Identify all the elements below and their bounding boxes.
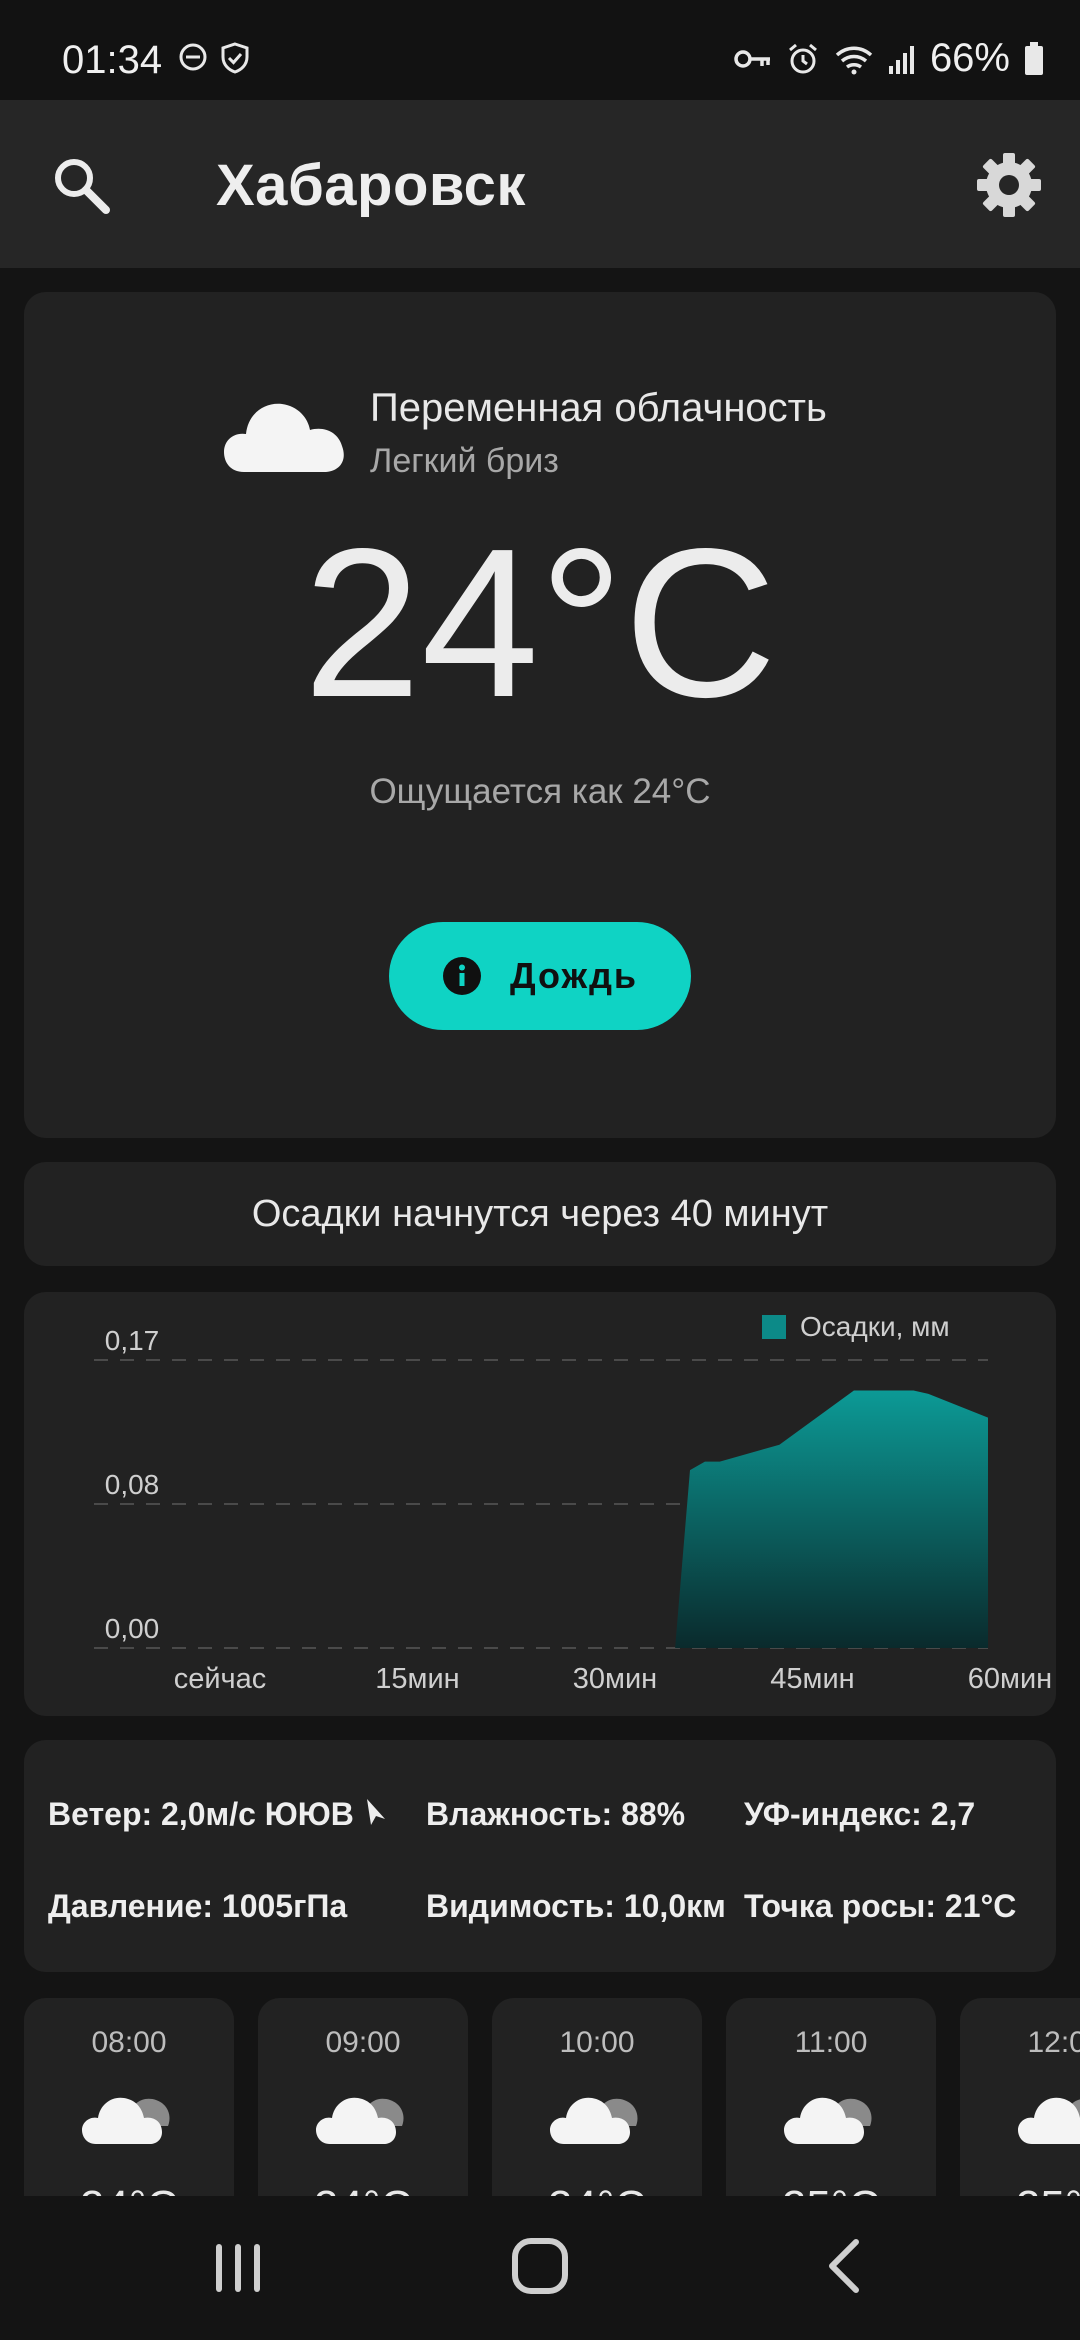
top-app-bar: Хабаровск xyxy=(0,100,1080,268)
wifi-icon xyxy=(835,46,873,74)
navigation-bar xyxy=(0,2196,1080,2340)
hour-time: 11:00 xyxy=(794,2026,868,2059)
condition-text: Переменная облачность xyxy=(370,386,827,430)
precipitation-chart-card: 0,17 0,08 0,00 сейчас 15мин 30мин 45мин 60мин Ос… xyxy=(24,1292,1056,1716)
uv-index-detail: УФ-индекс: 2,7 xyxy=(744,1796,976,1832)
humidity-detail: Влажность: 88% xyxy=(426,1796,686,1832)
feels-like: Ощущается как 24°C xyxy=(369,772,711,811)
battery-icon xyxy=(1025,41,1043,75)
y-tick-label: 0,08 xyxy=(105,1469,160,1500)
rain-alert-button[interactable]: Дождь xyxy=(389,922,691,1030)
shield-icon xyxy=(221,42,249,74)
current-weather-card: Переменная облачность Легкий бриз 24°C О… xyxy=(24,292,1056,1138)
x-tick-label: 15мин xyxy=(375,1663,459,1695)
signal-icon xyxy=(888,45,914,74)
search-icon xyxy=(55,159,110,214)
y-tick-label: 0,17 xyxy=(105,1325,160,1356)
partly-cloudy-icon xyxy=(316,2097,404,2144)
vpn-key-icon xyxy=(734,49,770,68)
gear-icon xyxy=(977,153,1041,217)
precipitation-message: Осадки начнутся через 40 минут xyxy=(251,1192,829,1235)
settings-button[interactable] xyxy=(972,148,1046,222)
alarm-icon xyxy=(788,43,817,73)
battery-percent: 66% xyxy=(929,36,1010,80)
partly-cloudy-icon xyxy=(1018,2097,1080,2144)
legend-label: Осадки, мм xyxy=(800,1311,950,1342)
status-bar: 01:34 66% xyxy=(0,0,1080,100)
weather-details-card: Ветер: 2,0м/с ЮЮВ Влажность: 88% УФ-инде… xyxy=(24,1740,1056,1972)
x-tick-label: 60мин xyxy=(968,1663,1052,1695)
x-tick-label: сейчас xyxy=(174,1663,267,1695)
visibility-detail: Видимость: 10,0км xyxy=(426,1888,726,1924)
legend-swatch xyxy=(762,1315,786,1339)
hour-time: 08:00 xyxy=(91,2026,167,2059)
dew-point-detail: Точка росы: 21°C xyxy=(744,1888,1017,1924)
pressure-detail: Давление: 1005гПа xyxy=(48,1888,348,1924)
y-tick-label: 0,00 xyxy=(105,1613,160,1644)
partly-cloudy-icon xyxy=(784,2097,872,2144)
city-title: Хабаровск xyxy=(216,153,526,218)
x-tick-label: 30мин xyxy=(573,1663,657,1695)
recent-apps-icon[interactable] xyxy=(212,2240,264,2296)
current-temperature: 24°C xyxy=(303,504,777,741)
wind-direction-arrow-icon xyxy=(366,1799,385,1825)
partly-cloudy-icon xyxy=(82,2097,170,2144)
home-icon[interactable] xyxy=(510,2236,570,2296)
x-tick-label: 45мин xyxy=(770,1663,854,1695)
info-icon xyxy=(442,957,481,995)
hour-time: 09:00 xyxy=(325,2026,401,2059)
hour-time: 12:00 xyxy=(1027,2026,1080,2059)
precipitation-area xyxy=(675,1390,988,1648)
status-time: 01:34 xyxy=(62,38,163,82)
precipitation-message-card: Осадки начнутся через 40 минут xyxy=(24,1162,1056,1266)
search-button[interactable] xyxy=(46,150,116,220)
wind-detail: Ветер: 2,0м/с ЮЮВ xyxy=(48,1796,389,1833)
back-icon[interactable] xyxy=(822,2236,866,2296)
precipitation-chart: 0,17 0,08 0,00 сейчас 15мин 30мин 45мин 60мин Ос… xyxy=(94,1311,1052,1695)
hour-time: 10:00 xyxy=(559,2026,635,2059)
cloud-icon xyxy=(224,403,344,472)
do-not-disturb-icon xyxy=(179,43,207,71)
wind-description: Легкий бриз xyxy=(370,442,559,480)
partly-cloudy-icon xyxy=(550,2097,638,2144)
rain-alert-label: Дождь xyxy=(509,955,639,996)
